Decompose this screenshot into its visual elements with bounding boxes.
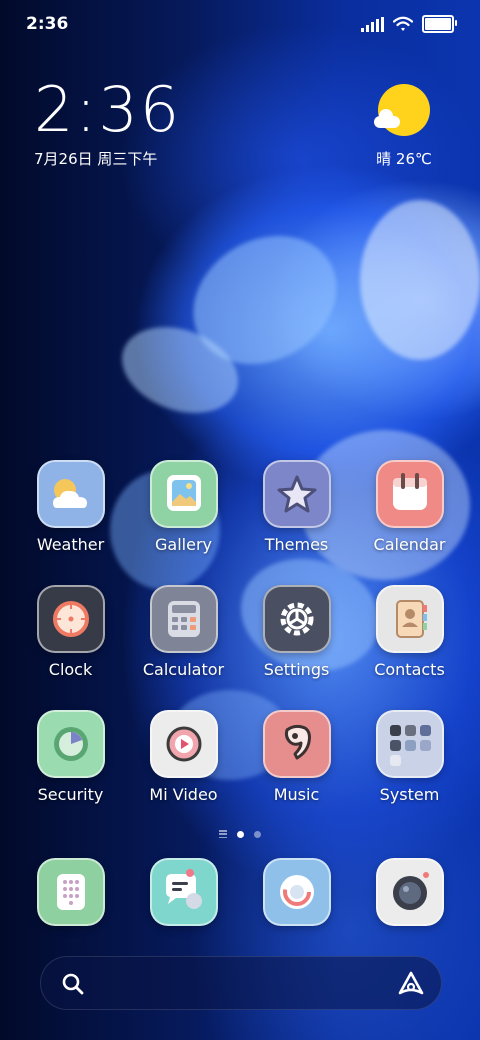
weather-icon [36, 460, 105, 528]
app-clock[interactable]: Clock [14, 585, 127, 679]
clock-icon [36, 585, 105, 653]
app-music[interactable]: Music [240, 710, 353, 804]
dock-browser[interactable] [240, 858, 353, 926]
settings-gear-icon [262, 585, 331, 653]
camera-icon [375, 858, 444, 926]
page-dot-1[interactable] [237, 830, 244, 838]
app-label: Gallery [155, 535, 212, 554]
app-gallery[interactable]: Gallery [127, 460, 240, 554]
app-label: Calendar [373, 535, 446, 554]
app-label: Mi Video [149, 785, 218, 804]
battery-icon [422, 15, 457, 33]
weather-widget[interactable]: 晴 26℃ [364, 84, 444, 169]
app-calculator[interactable]: Calculator [127, 585, 240, 679]
video-play-icon [149, 710, 218, 778]
app-list-indicator-icon[interactable] [219, 830, 227, 838]
browser-icon [262, 858, 331, 926]
page-dot-2[interactable] [254, 830, 261, 838]
widget-date: 7月26日 周三下午 [34, 150, 158, 168]
app-calendar[interactable]: Calendar [353, 460, 466, 554]
clock-widget[interactable]: 2:36 7月26日 周三下午 [34, 78, 181, 169]
sunny-cloud-icon [374, 84, 430, 136]
status-time: 2:36 [26, 14, 69, 34]
signal-icon [361, 16, 384, 32]
messages-icon [149, 858, 218, 926]
contacts-book-icon [375, 585, 444, 653]
app-weather[interactable]: Weather [14, 460, 127, 554]
dock-camera[interactable] [353, 858, 466, 926]
app-security[interactable]: Security [14, 710, 127, 804]
gallery-icon [149, 460, 218, 528]
weather-text: 晴 26℃ [376, 150, 432, 168]
dock-phone[interactable] [14, 858, 127, 926]
app-label: Music [273, 785, 320, 804]
security-icon [36, 710, 105, 778]
app-settings[interactable]: Settings [240, 585, 353, 679]
dock-messages[interactable] [127, 858, 240, 926]
wifi-icon [393, 16, 413, 31]
app-label: Security [37, 785, 104, 804]
widget-time: 2:36 [34, 73, 182, 146]
app-label: Calculator [142, 660, 225, 679]
search-bar[interactable] [40, 956, 442, 1010]
calculator-icon [149, 585, 218, 653]
page-indicator[interactable] [0, 830, 480, 838]
themes-star-icon [262, 460, 331, 528]
status-bar: 2:36 [0, 0, 480, 50]
app-label: Weather [36, 535, 105, 554]
music-note-icon [262, 710, 331, 778]
app-system-folder[interactable]: System [353, 710, 466, 804]
app-label: Contacts [374, 660, 445, 679]
app-label: Themes [264, 535, 329, 554]
phone-dialer-icon [36, 858, 105, 926]
app-mi-video[interactable]: Mi Video [127, 710, 240, 804]
app-label: Settings [263, 660, 330, 679]
app-contacts[interactable]: Contacts [353, 585, 466, 679]
system-folder-icon [375, 710, 444, 778]
app-label: Clock [48, 660, 93, 679]
search-icon[interactable] [61, 972, 85, 996]
assistant-icon[interactable] [397, 970, 425, 998]
app-label: System [379, 785, 440, 804]
calendar-icon [375, 460, 444, 528]
app-themes[interactable]: Themes [240, 460, 353, 554]
